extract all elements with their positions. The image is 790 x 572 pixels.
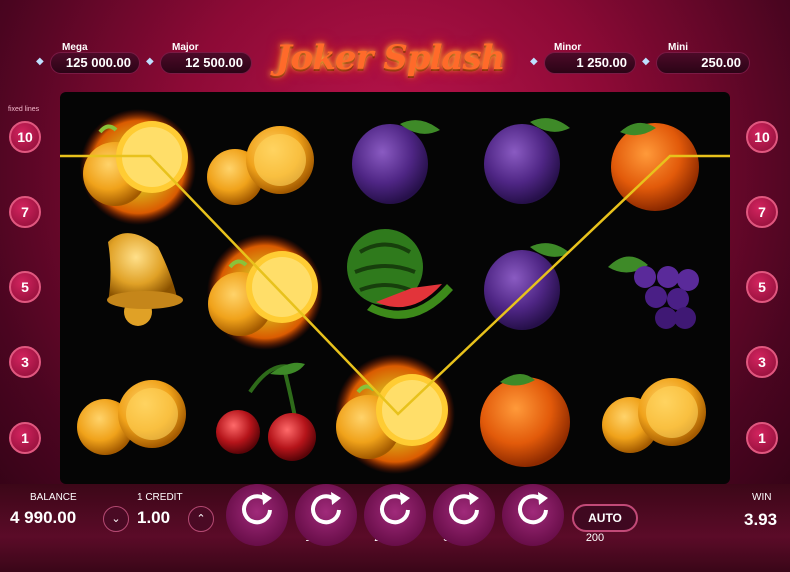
credit-value: 1.00	[137, 508, 171, 527]
symbol-plum	[352, 120, 440, 204]
refresh-icon	[242, 492, 272, 525]
auto-button[interactable]: AUTO	[572, 504, 638, 532]
symbol-orange	[602, 378, 706, 453]
diamond-icon: ◆	[36, 56, 44, 67]
symbol-burning-orange	[80, 109, 196, 225]
chevron-down-icon: ⌄	[111, 513, 121, 525]
jackpot-mini-value: 250.00	[656, 52, 750, 74]
line-indicator-5[interactable]: 5	[9, 271, 41, 303]
refresh-icon	[449, 492, 479, 525]
game-logo: Joker Splash	[275, 38, 506, 78]
jackpot-minor: Minor ◆ 1 250.00	[530, 40, 636, 76]
symbol-burning-orange	[335, 354, 455, 474]
symbol-grapes	[608, 256, 699, 329]
symbol-plum	[484, 118, 570, 204]
spin-button-10[interactable]: 10.00	[226, 484, 333, 546]
line-indicator-7[interactable]: 7	[746, 196, 778, 228]
jackpot-bar: Mega ◆ 125 000.00 Major ◆ 12 500.00 Mino…	[0, 0, 790, 90]
spin-button-100[interactable]: 100	[433, 484, 535, 546]
symbol-plum	[484, 243, 570, 330]
diamond-icon: ◆	[146, 56, 154, 67]
line-indicator-3[interactable]: 3	[746, 346, 778, 378]
jackpot-mini: Mini ◆ 250.00	[642, 40, 750, 76]
symbol-burning-orange	[207, 234, 323, 350]
control-bar: BALANCE 4 990.00 1 CREDIT ⌄ 1.00 ⌃ 10.00…	[0, 484, 790, 572]
line-indicator-1[interactable]: 1	[9, 422, 41, 454]
jackpot-mega-value: 125 000.00	[50, 52, 140, 74]
symbol-orange	[77, 380, 186, 455]
refresh-icon	[311, 492, 341, 525]
refresh-icon	[518, 492, 548, 525]
symbol-watermelon	[347, 229, 453, 319]
spin-button-50[interactable]: 50.00	[364, 484, 471, 546]
reels-svg	[56, 109, 730, 474]
win-label: WIN	[752, 492, 772, 503]
diamond-icon: ◆	[642, 56, 650, 67]
jackpot-minor-value: 1 250.00	[544, 52, 636, 74]
win-value: 3.93	[744, 510, 778, 529]
line-indicator-10[interactable]: 10	[746, 121, 778, 153]
jackpot-major: Major ◆ 12 500.00	[146, 40, 252, 76]
line-indicator-10[interactable]: 10	[9, 121, 41, 153]
spin-button-20[interactable]: 20.00	[295, 484, 402, 546]
credit-decrease-button[interactable]: ⌄	[103, 506, 129, 532]
symbol-cherries	[216, 362, 316, 461]
credit-label: 1 CREDIT	[137, 492, 183, 503]
chevron-up-icon: ⌃	[196, 513, 206, 525]
balance-label: BALANCE	[30, 492, 77, 503]
symbol-orange-whole	[480, 373, 570, 467]
credit-increase-button[interactable]: ⌃	[188, 506, 214, 532]
spin-value: 200	[585, 532, 605, 544]
jackpot-major-value: 12 500.00	[160, 52, 252, 74]
spin-button-200[interactable]: 200	[502, 484, 604, 546]
line-indicator-1[interactable]: 1	[746, 422, 778, 454]
line-indicator-5[interactable]: 5	[746, 271, 778, 303]
balance-value: 4 990.00	[10, 508, 77, 527]
diamond-icon: ◆	[530, 56, 538, 67]
reels-area	[56, 92, 730, 484]
line-indicator-3[interactable]: 3	[9, 346, 41, 378]
line-indicator-7[interactable]: 7	[9, 196, 41, 228]
refresh-icon	[380, 492, 410, 525]
symbol-orange	[207, 126, 314, 205]
symbol-bell	[107, 233, 183, 326]
jackpot-mega: Mega ◆ 125 000.00	[36, 40, 140, 76]
fixed-lines-label: fixed lines	[8, 106, 40, 113]
